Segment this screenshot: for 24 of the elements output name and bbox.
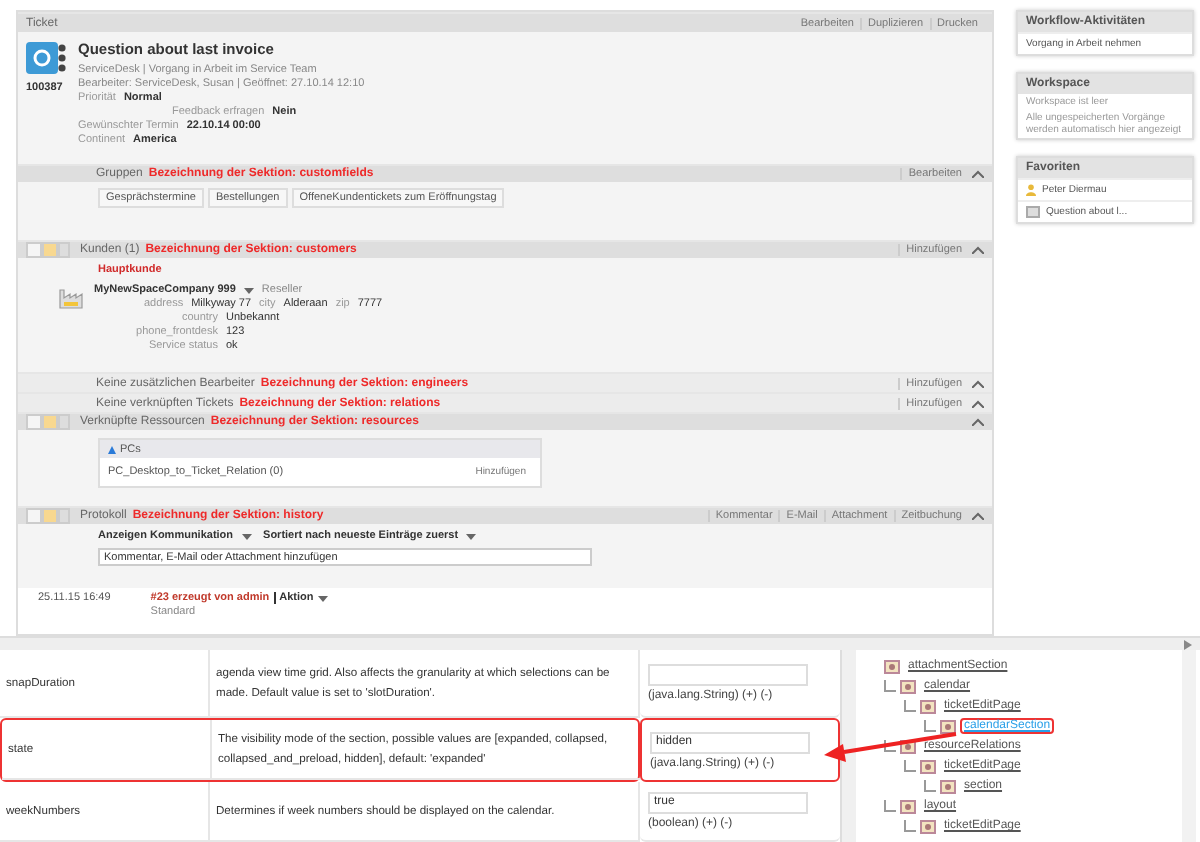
collapse-icon[interactable]	[972, 170, 984, 179]
caret-icon[interactable]	[466, 533, 477, 539]
node-icon	[920, 699, 936, 713]
caret-icon[interactable]	[241, 533, 252, 539]
node-icon	[920, 759, 936, 773]
node-icon	[940, 719, 956, 733]
scroll-right-icon[interactable]	[1184, 639, 1192, 649]
node-icon	[900, 799, 916, 813]
gear-icon	[26, 40, 66, 80]
node-icon	[940, 779, 956, 793]
person-icon	[1026, 184, 1036, 196]
scrollbar[interactable]	[840, 650, 856, 842]
node-icon	[884, 659, 900, 673]
ticket-icon	[1026, 206, 1040, 218]
caret-icon[interactable]	[243, 287, 254, 293]
node-icon	[920, 819, 936, 833]
collapse-icon[interactable]	[972, 246, 984, 254]
node-icon	[900, 679, 916, 693]
building-icon	[58, 284, 86, 310]
scrollbar[interactable]	[1182, 650, 1196, 842]
value-field[interactable]	[648, 664, 808, 686]
collapse-icon[interactable]	[972, 512, 984, 520]
pc-icon	[108, 445, 116, 454]
caret-icon[interactable]	[317, 595, 328, 602]
